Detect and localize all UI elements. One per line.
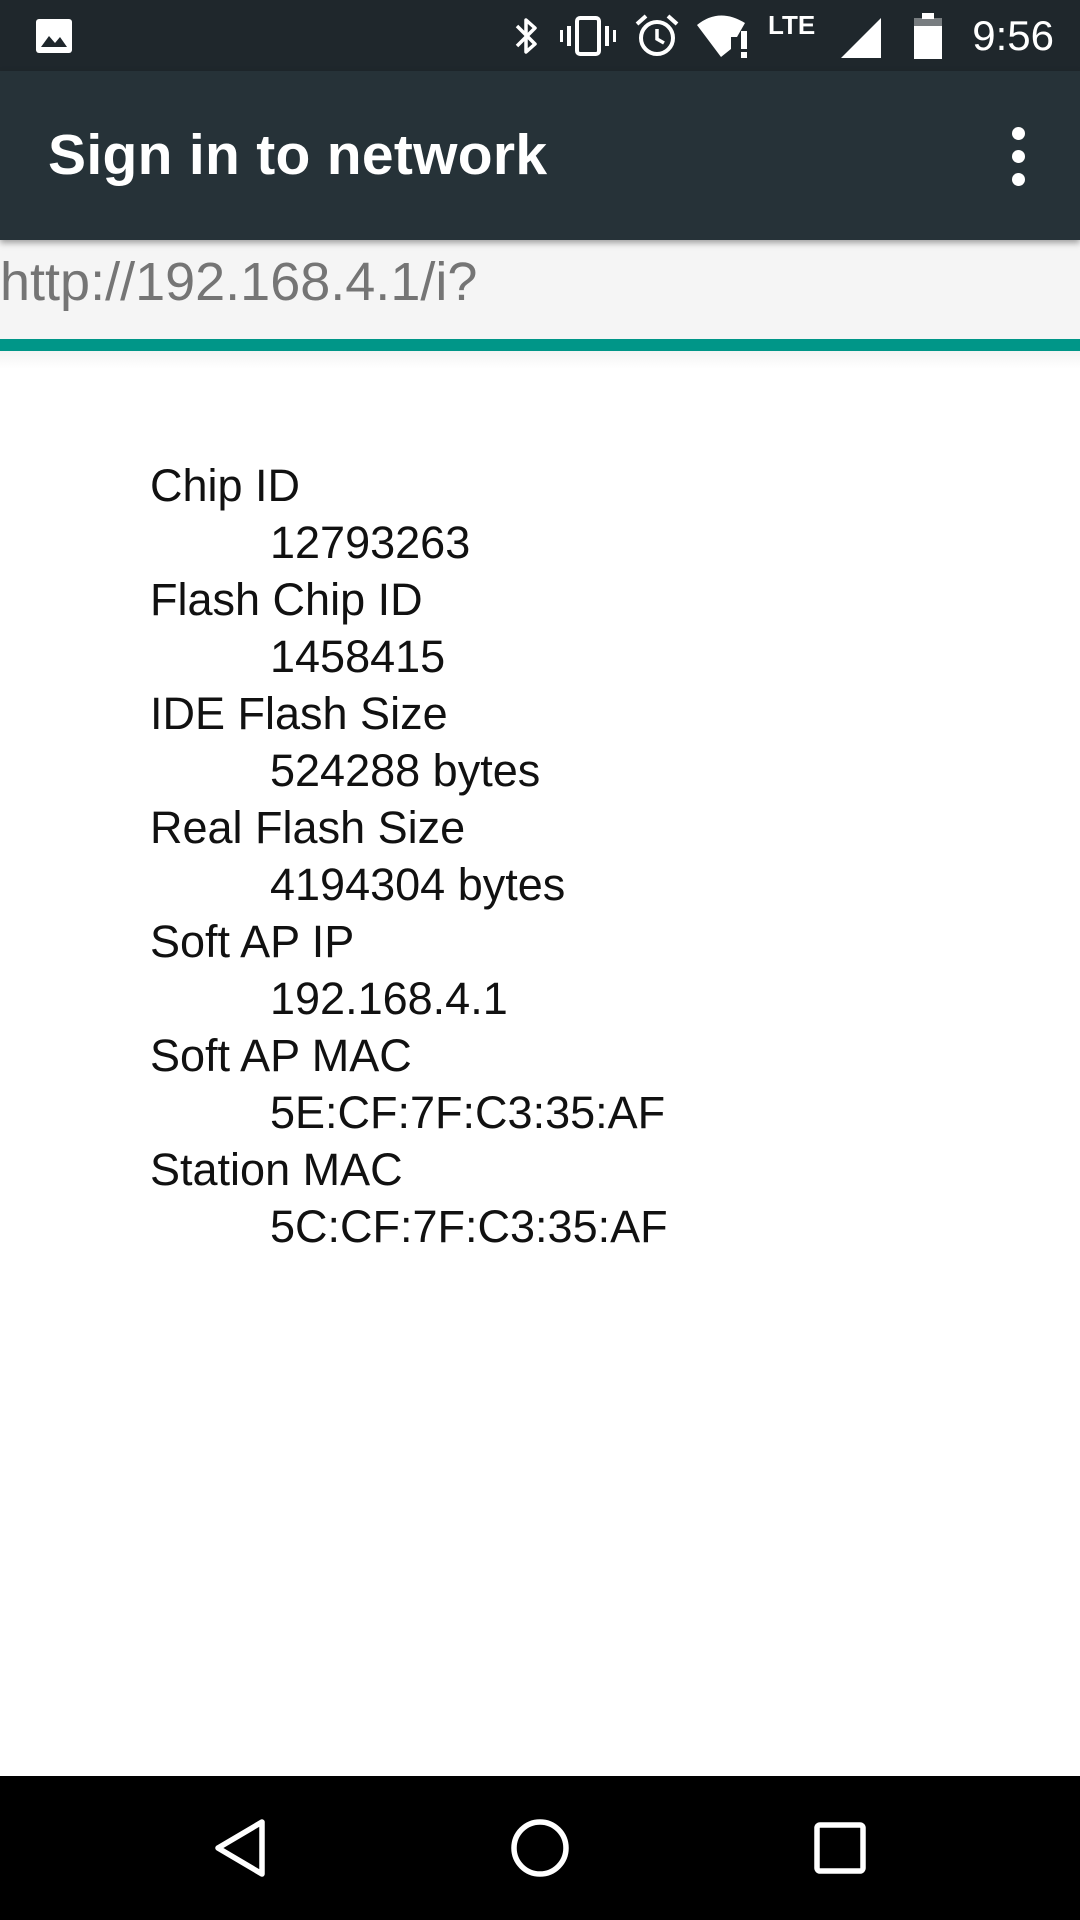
image-notification-icon (34, 0, 74, 71)
info-label: IDE Flash Size (150, 688, 448, 739)
overflow-menu-icon (1011, 126, 1025, 140)
info-value: 4194304 bytes (270, 859, 566, 910)
app-bar: Sign in to network (0, 71, 1080, 240)
page-title: Sign in to network (48, 123, 548, 187)
info-value: 192.168.4.1 (270, 973, 508, 1024)
cellular-signal-icon (836, 0, 882, 71)
info-value: 5E:CF:7F:C3:35:AF (270, 1087, 666, 1138)
info-value: 1458415 (270, 631, 446, 682)
info-label: Flash Chip ID (150, 574, 423, 625)
recents-button[interactable] (790, 1798, 890, 1898)
info-label: Soft AP MAC (150, 1030, 412, 1081)
back-button[interactable] (190, 1798, 290, 1898)
info-label: Real Flash Size (150, 802, 466, 853)
url-bar: http://192.168.4.1/i? (0, 240, 1080, 340)
alarm-icon (632, 0, 682, 71)
recents-icon (814, 1822, 866, 1874)
home-icon (511, 1819, 569, 1877)
home-button[interactable] (490, 1798, 590, 1898)
url-text: http://192.168.4.1/i? (0, 252, 478, 312)
wifi-no-internet-icon (696, 0, 756, 71)
battery-icon (910, 0, 946, 71)
info-value: 524288 bytes (270, 745, 541, 796)
progress-fill (0, 339, 1080, 351)
page-load-progress-bar (0, 339, 1080, 351)
bluetooth-icon (506, 0, 546, 71)
overflow-menu-icon-dot (1011, 172, 1025, 186)
network-type-label: LTE (768, 10, 816, 40)
back-icon (215, 1819, 265, 1877)
web-content: Chip ID 12793263 Flash Chip ID 1458415 IDE F… (0, 369, 1080, 1776)
info-value: 5C:CF:7F:C3:35:AF (270, 1201, 668, 1252)
status-time: 9:56 (972, 12, 1054, 59)
overflow-menu-button[interactable] (978, 113, 1058, 199)
info-list: Chip ID 12793263 Flash Chip ID 1458415 IDE F… (150, 457, 668, 1255)
info-value: 12793263 (270, 517, 471, 568)
info-label: Chip ID (150, 460, 301, 511)
info-label: Soft AP IP (150, 916, 355, 967)
vibrate-icon (558, 0, 618, 71)
navigation-bar (0, 1776, 1080, 1920)
status-bar: LTE 9:56 (0, 0, 1080, 71)
divider (0, 351, 1080, 369)
overflow-menu-icon-dot (1011, 149, 1025, 163)
info-label: Station MAC (150, 1144, 403, 1195)
